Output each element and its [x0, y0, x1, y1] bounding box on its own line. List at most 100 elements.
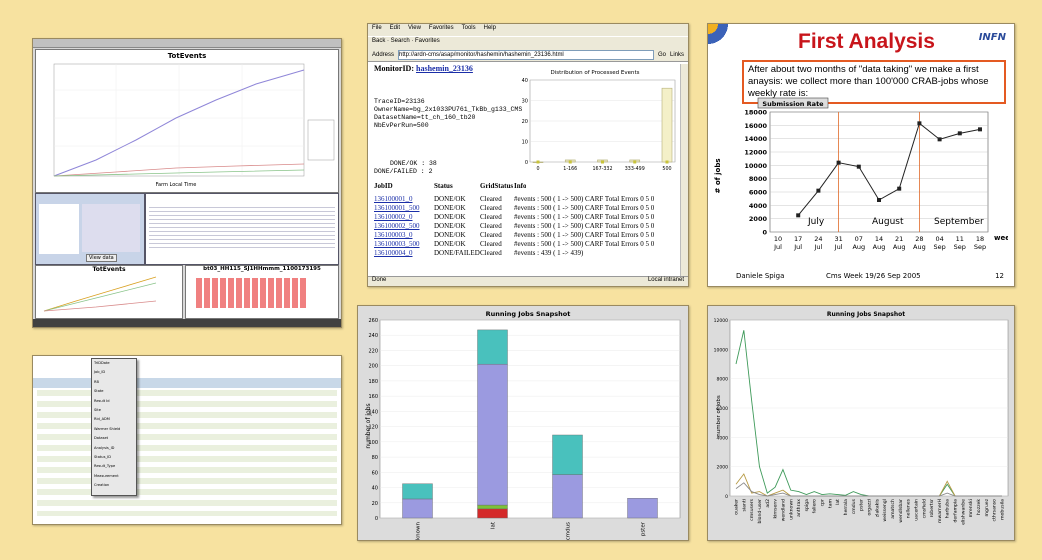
menu-help[interactable]: Help — [484, 25, 496, 35]
menu-item[interactable]: Site — [94, 406, 136, 415]
dist-xtick-label: 0 — [536, 166, 539, 172]
view-data-button[interactable]: View data — [86, 254, 117, 262]
menu-item[interactable]: Status_ID — [94, 453, 136, 462]
dist-ytick-label: 20 — [522, 119, 528, 125]
sub-ytick-label: 16000 — [744, 122, 767, 130]
line-xtick-label: amatsch — [890, 499, 896, 519]
line-xtick-label: faliero — [812, 499, 818, 514]
line-ytick-label: 8000 — [717, 377, 729, 383]
go-button[interactable]: Go — [658, 52, 666, 58]
line-xtick-label: cmsfield — [921, 499, 927, 518]
desktop-menubar[interactable] — [33, 39, 341, 48]
job-status: DONE/OK — [434, 222, 466, 230]
line-xtick-label: hozzek — [976, 499, 982, 515]
line-xtick-label: cthrsanso — [992, 499, 998, 522]
column-context-menu[interactable]: TrIDDate Job_ID RB State Result Id Site … — [91, 358, 137, 496]
main-chart-window: TotEvents Farm Local Time — [35, 49, 339, 193]
menu-edit[interactable]: Edit — [390, 25, 400, 35]
line-y-label: number of jobs — [716, 395, 722, 437]
browser-scrollbar[interactable] — [680, 64, 688, 276]
config-form[interactable] — [82, 204, 140, 252]
menu-item[interactable]: Result_Type — [94, 462, 136, 471]
sub-xtick-label: 28 Aug — [913, 235, 926, 251]
bar-ytick-label: 260 — [368, 318, 378, 324]
header-info: Info — [514, 182, 527, 190]
menu-favorites[interactable]: Favorites — [429, 25, 454, 35]
job-info: #events : 500 ( 1 -> 500) CARF Total Err… — [514, 204, 655, 212]
bar-chart-title: bt03_HH115_SJ1HHmmm_1100173195 — [203, 266, 321, 272]
bar-ytick-label: 160 — [368, 394, 378, 400]
menu-file[interactable]: File — [372, 25, 382, 35]
dist-ytick-label: 0 — [525, 160, 528, 166]
dist-xtick-label: 500 — [662, 166, 671, 172]
line-xtick-label: wendlsbar — [898, 499, 904, 523]
job-id-link[interactable]: 136100001_0 — [374, 195, 434, 204]
line-xtick-label: tam — [827, 498, 833, 508]
line-xtick-label: harbuba — [945, 499, 951, 518]
browser-toolbar[interactable]: Back · Search · Favorites — [368, 36, 688, 49]
job-info: #events : 500 ( 1 -> 500) CARF Total Err… — [514, 240, 655, 248]
line-xtick-label: zlakakis — [874, 498, 880, 517]
menu-item[interactable]: Creation — [94, 481, 136, 490]
menu-item[interactable]: Job_ID — [94, 368, 136, 377]
menu-item[interactable]: State — [94, 387, 136, 396]
sub-xtick-label: 18 Sep — [974, 235, 986, 251]
job-status: DONE/OK — [434, 195, 466, 203]
job-id-link[interactable]: 136100004_0 — [374, 249, 434, 258]
job-info: #events : 500 ( 1 -> 500) CARF Total Err… — [514, 231, 655, 239]
bar-chart-window: bt03_HH115_SJ1HHmmm_1100173195 — [185, 265, 339, 319]
browser-menubar: File Edit View Favorites Tools Help — [368, 24, 688, 36]
running-jobs-bar-panel: Running Jobs Snapshot number of jobs 0 20… — [357, 305, 689, 541]
main-chart-legend — [307, 119, 335, 161]
distribution-chart-title: Distribution of Processed Events — [551, 70, 640, 76]
sub-xtick-label: 14 Aug — [873, 235, 886, 251]
bar-ytick-label: 120 — [368, 425, 378, 431]
job-id-link[interactable]: 136100001_500 — [374, 204, 434, 213]
line-xtick-label: ouaker — [734, 499, 740, 515]
dist-xtick-label: 167-332 — [592, 166, 612, 172]
trace-line: DatasetName=tt_ch_160_tb20 — [374, 114, 476, 121]
submission-point — [796, 213, 801, 218]
stacked-bar-segment — [477, 508, 508, 519]
bar-chart-title-text: Running Jobs Snapshot — [486, 310, 571, 318]
menu-item[interactable]: RB — [94, 378, 136, 387]
config-tree[interactable] — [39, 204, 79, 254]
sub-xtick-label: 10 Jul — [773, 235, 782, 251]
menu-item[interactable]: Result Id — [94, 397, 136, 406]
job-id-link[interactable]: 136100003_500 — [374, 240, 434, 249]
sub-ytick-label: 10000 — [744, 162, 767, 170]
job-id-link[interactable]: 136100003_0 — [374, 231, 434, 240]
bar-ytick-label: 20 — [372, 501, 378, 507]
menu-item[interactable]: TrIDDate — [94, 359, 136, 368]
menu-item[interactable]: Measurement — [94, 472, 136, 481]
links-button[interactable]: Links — [670, 52, 684, 58]
job-info: #events : 439 ( 1 -> 439) — [514, 249, 584, 257]
line-xtick-label: mrenski — [968, 499, 974, 517]
trace-line: TraceID=23136 — [374, 98, 425, 105]
menu-view[interactable]: View — [408, 25, 421, 35]
submission-point — [877, 198, 881, 202]
bar-xtick-label: Unknown — [416, 522, 422, 540]
dist-point — [665, 160, 669, 164]
menu-item[interactable]: Dataset — [94, 434, 136, 443]
address-input[interactable]: http://ardn-cms/asap/monitor/hashemin/ha… — [398, 50, 654, 60]
sub-ytick-label: 18000 — [744, 109, 767, 117]
taskbar[interactable] — [33, 319, 341, 327]
monitor-id-link[interactable]: hashemin_23136 — [416, 64, 473, 73]
sub-xtick-label: 04 Sep — [933, 235, 945, 251]
menu-item[interactable]: Warmer Shield — [94, 425, 136, 434]
job-id-link[interactable]: 136100002_500 — [374, 222, 434, 231]
menu-tools[interactable]: Tools — [462, 25, 476, 35]
slide-footer-left: Daniele Spiga — [736, 272, 785, 280]
small-chart-plot — [43, 276, 157, 312]
menu-item[interactable]: Analysis_ID — [94, 444, 136, 453]
slide-corner-logo — [708, 24, 744, 54]
running-jobs-line-panel: Running Jobs Snapshot number of jobs 0 20… — [707, 305, 1015, 541]
job-row: 136100002_500 DONE/OK Cleared #events : 500… — [374, 222, 680, 231]
submission-point — [897, 186, 902, 191]
job-id-link[interactable]: 136100002_0 — [374, 213, 434, 222]
menu-item[interactable]: Rid_ADM — [94, 415, 136, 424]
line-xtick-label: orgazzi — [867, 499, 873, 515]
stacked-bar-segment — [402, 498, 433, 519]
running-jobs-line-chart: Running Jobs Snapshot number of jobs 0 20… — [714, 311, 1009, 525]
